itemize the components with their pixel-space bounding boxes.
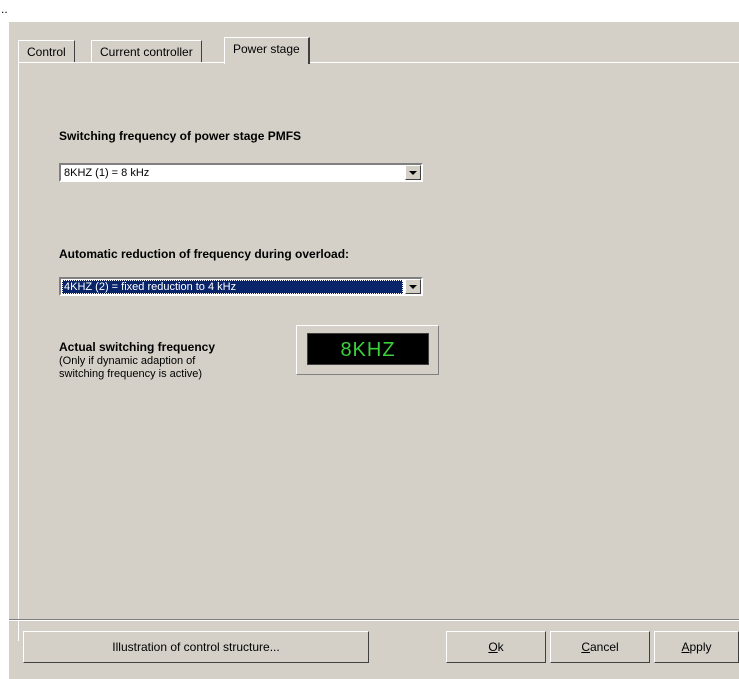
chevron-down-icon[interactable] bbox=[405, 279, 421, 294]
ok-label-rest: k bbox=[497, 640, 504, 654]
overload-reduction-label: Automatic reduction of frequency during … bbox=[59, 247, 350, 261]
apply-mnemonic: A bbox=[681, 640, 690, 654]
tab-current-controller[interactable]: Current controller bbox=[91, 40, 202, 63]
cancel-button[interactable]: Cancel bbox=[550, 631, 650, 663]
switching-frequency-value: 8KHZ (1) = 8 kHz bbox=[64, 167, 150, 179]
actual-frequency-note-2: switching frequency is active) bbox=[59, 368, 203, 380]
dialog: Control Current controller Power stage S… bbox=[9, 22, 739, 679]
ok-mnemonic: O bbox=[488, 640, 498, 654]
chevron-down-icon[interactable] bbox=[405, 165, 421, 180]
overload-reduction-value: 4KHZ (2) = fixed reduction to 4 kHz bbox=[62, 280, 403, 294]
tab-power-stage[interactable]: Power stage bbox=[224, 37, 310, 64]
frequency-display-frame: 8KHZ bbox=[296, 325, 439, 375]
separator bbox=[9, 619, 739, 621]
title-fragment: .. bbox=[1, 2, 8, 16]
illustration-button[interactable]: Illustration of control structure... bbox=[23, 631, 369, 663]
cancel-label-rest: ancel bbox=[589, 640, 619, 654]
tab-strip: Control Current controller Power stage bbox=[9, 22, 739, 64]
apply-button[interactable]: Apply bbox=[654, 631, 739, 663]
switching-frequency-select[interactable]: 8KHZ (1) = 8 kHz bbox=[59, 163, 423, 182]
apply-label-rest: pply bbox=[689, 640, 712, 654]
ok-button[interactable]: Ok bbox=[446, 631, 546, 663]
actual-frequency-label: Actual switching frequency bbox=[59, 340, 216, 354]
actual-frequency-note-1: (Only if dynamic adaption of bbox=[59, 355, 196, 367]
frequency-display: 8KHZ bbox=[307, 333, 429, 365]
overload-reduction-select[interactable]: 4KHZ (2) = fixed reduction to 4 kHz bbox=[59, 277, 423, 296]
tab-control[interactable]: Control bbox=[18, 40, 75, 63]
cancel-mnemonic: C bbox=[581, 640, 590, 654]
switching-frequency-label: Switching frequency of power stage PMFS bbox=[59, 129, 302, 143]
